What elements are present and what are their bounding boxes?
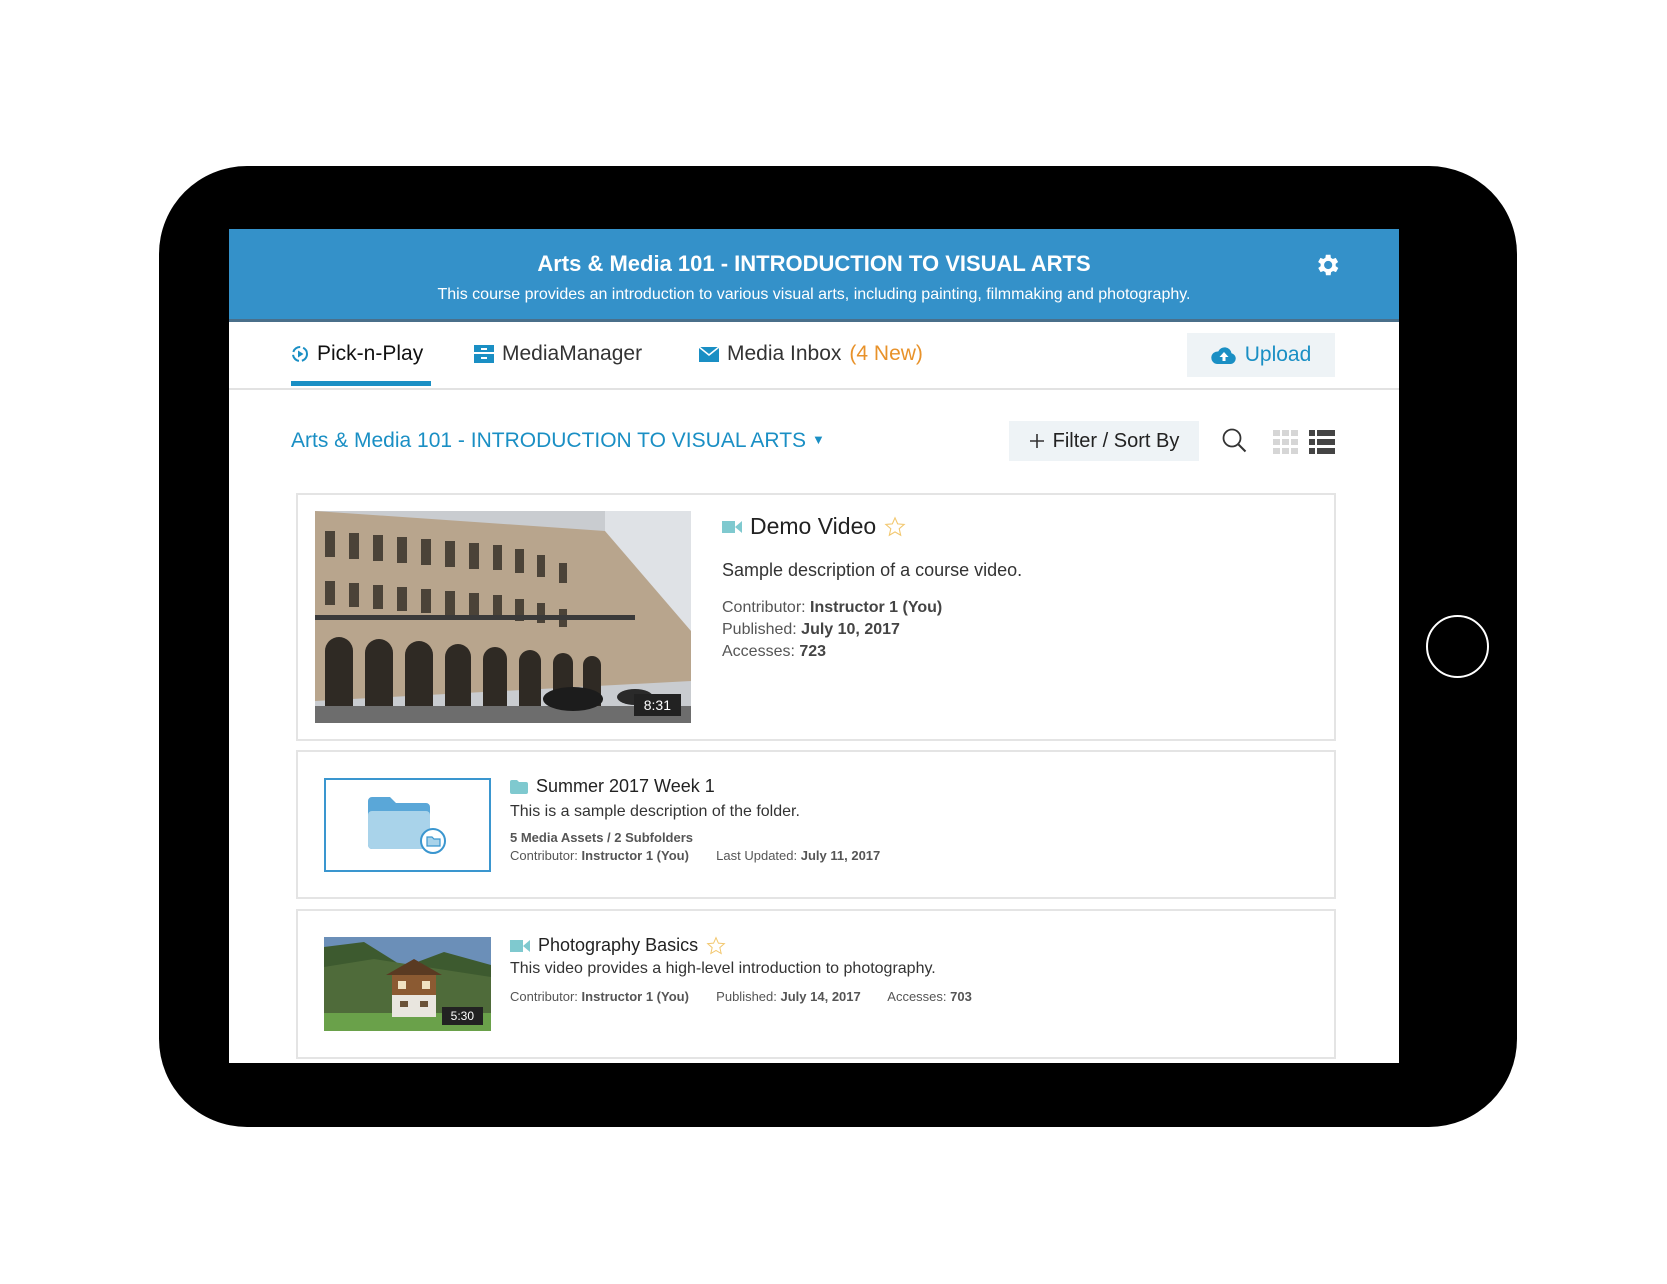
course-header: Arts & Media 101 - INTRODUCTION TO VISUA… xyxy=(229,229,1399,322)
star-icon[interactable] xyxy=(706,935,726,956)
grid-view-icon[interactable] xyxy=(1273,430,1299,454)
media-card-demo-video[interactable]: 8:31 Demo Video Sample description of a … xyxy=(296,493,1336,741)
tab-media-manager[interactable]: MediaManager xyxy=(474,342,642,366)
folder-meta: 5 Media Assets / 2 Subfolders Contributo… xyxy=(510,829,880,865)
course-breadcrumb-dropdown[interactable]: Arts & Media 101 - INTRODUCTION TO VISUA… xyxy=(291,429,825,453)
tab-label: Pick-n-Play xyxy=(317,342,424,365)
tab-pick-n-play[interactable]: Pick-n-Play xyxy=(291,342,423,366)
contributor-value: Instructor 1 (You) xyxy=(581,989,689,1004)
star-icon[interactable] xyxy=(884,515,906,538)
media-meta: Contributor: Instructor 1 (You) Publishe… xyxy=(510,988,972,1006)
active-tab-indicator xyxy=(291,381,431,386)
building-photo xyxy=(315,511,691,723)
home-button[interactable] xyxy=(1426,615,1489,678)
filter-label: Filter / Sort By xyxy=(1052,429,1180,452)
accesses-label: Accesses: xyxy=(722,643,795,660)
accesses-value: 723 xyxy=(799,643,827,660)
media-meta: Contributor: Instructor 1 (You) Publishe… xyxy=(722,597,1022,663)
published-label: Published: xyxy=(722,621,797,638)
upload-button[interactable]: Upload xyxy=(1187,333,1335,377)
published-value: July 14, 2017 xyxy=(780,989,861,1004)
media-description: Sample description of a course video. xyxy=(722,560,1023,580)
media-card-photography-basics[interactable]: 5:30 Photography Basics This video provi… xyxy=(296,909,1336,1059)
tab-label: Media Inbox xyxy=(727,342,842,365)
folder-counts: 5 Media Assets / 2 Subfolders xyxy=(510,830,694,845)
contributor-label: Contributor: xyxy=(510,989,578,1004)
published-label: Published: xyxy=(716,989,777,1004)
updated-label: Last Updated: xyxy=(716,848,798,863)
gear-icon[interactable] xyxy=(1313,251,1341,279)
contributor-value: Instructor 1 (You) xyxy=(810,599,943,616)
envelope-icon xyxy=(699,346,719,362)
folder-thumbnail[interactable] xyxy=(324,778,491,872)
contributor-value: Instructor 1 (You) xyxy=(581,848,689,863)
folder-small-icon xyxy=(510,779,528,794)
contributor-label: Contributor: xyxy=(722,599,806,616)
list-view-icon[interactable] xyxy=(1309,430,1335,454)
video-camera-icon xyxy=(722,520,742,533)
folder-description: This is a sample description of the fold… xyxy=(510,803,800,820)
media-info: Photography Basics This video provides a… xyxy=(510,935,972,1006)
folder-info: Summer 2017 Week 1 This is a sample desc… xyxy=(510,776,880,865)
caret-down-icon: ▼ xyxy=(812,432,825,447)
filter-sort-button[interactable]: Filter / Sort By xyxy=(1009,421,1199,461)
media-title[interactable]: Photography Basics xyxy=(538,935,698,956)
new-count-badge: (4 New) xyxy=(849,342,923,365)
duration-badge: 8:31 xyxy=(633,694,681,716)
breadcrumb-label: Arts & Media 101 - INTRODUCTION TO VISUA… xyxy=(291,429,807,452)
duration-badge: 5:30 xyxy=(441,1007,483,1025)
published-value: July 10, 2017 xyxy=(801,621,900,638)
video-thumbnail[interactable]: 5:30 xyxy=(324,937,491,1031)
pick-n-play-icon xyxy=(292,346,308,362)
upload-label: Upload xyxy=(1244,343,1312,366)
video-thumbnail[interactable]: 8:31 xyxy=(315,511,691,723)
course-title: Arts & Media 101 - INTRODUCTION TO VISUA… xyxy=(537,251,1091,276)
plus-icon xyxy=(1029,434,1044,448)
folder-title[interactable]: Summer 2017 Week 1 xyxy=(536,776,715,797)
cloud-upload-icon xyxy=(1211,347,1236,364)
tab-media-inbox[interactable]: Media Inbox (4 New) xyxy=(699,342,923,366)
accesses-value: 703 xyxy=(950,989,972,1004)
accesses-label: Accesses: xyxy=(887,989,947,1004)
video-camera-icon xyxy=(510,939,530,952)
contributor-label: Contributor: xyxy=(510,848,578,863)
tab-label: MediaManager xyxy=(502,342,643,365)
folder-icon xyxy=(368,797,446,854)
search-icon[interactable] xyxy=(1221,427,1247,453)
updated-value: July 11, 2017 xyxy=(800,848,881,863)
app-screen: Arts & Media 101 - INTRODUCTION TO VISUA… xyxy=(229,229,1399,1063)
media-manager-icon xyxy=(474,345,494,363)
media-card-folder[interactable]: Summer 2017 Week 1 This is a sample desc… xyxy=(296,750,1336,899)
media-info: Demo Video Sample description of a cours… xyxy=(722,513,1022,663)
media-description: This video provides a high-level introdu… xyxy=(510,960,936,977)
media-title[interactable]: Demo Video xyxy=(750,513,876,540)
course-subtitle: This course provides an introduction to … xyxy=(437,286,1191,303)
